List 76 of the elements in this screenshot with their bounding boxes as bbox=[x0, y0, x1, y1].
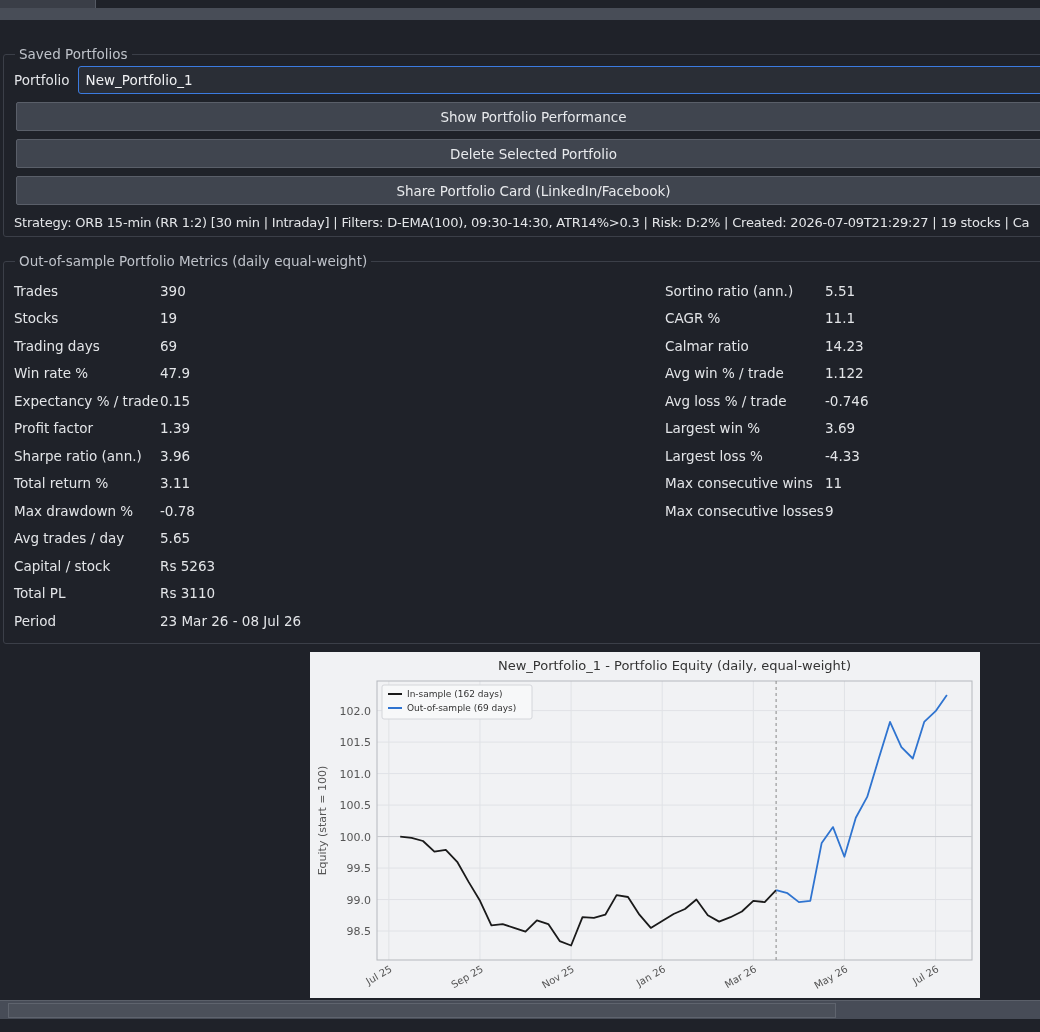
metric-label: Avg win % / trade bbox=[665, 365, 785, 382]
metric-value: 11 bbox=[825, 475, 843, 492]
axis-tick-label: 98.5 bbox=[346, 924, 371, 938]
metric-value: 0.15 bbox=[160, 392, 191, 409]
group-title: Saved Portfolios bbox=[18, 46, 129, 62]
metric-value: 1.122 bbox=[825, 365, 864, 382]
axis-tick-label: 102.0 bbox=[339, 704, 371, 718]
metric-value: -0.78 bbox=[160, 502, 195, 519]
metric-label: Trades bbox=[14, 282, 59, 299]
legend-swatch bbox=[387, 692, 403, 695]
metric-value: 9 bbox=[825, 502, 834, 519]
strategy-summary: Strategy: ORB 15-min (RR 1:2) [30 min | Intraday] | Filters: D-EMA(100), 09:30-14:30, ATR14%>0.3 | Risk: D:2% | Created: 2026-07-09T21:29:27 | 19 stocks | Ca bbox=[14, 214, 1031, 230]
action-button[interactable]: Show Portfolio Performance bbox=[16, 102, 1040, 131]
portfolio-field[interactable]: New_Portfolio_1 bbox=[77, 66, 1040, 94]
metric-label: Max consecutive losses bbox=[665, 502, 825, 519]
axis-label: Equity (start = 100) bbox=[316, 765, 329, 875]
metric-label: Largest loss % bbox=[665, 447, 764, 464]
metric-label: Expectancy % / trade bbox=[14, 392, 160, 409]
legend-label: In-sample (162 days) bbox=[407, 688, 503, 699]
axis-tick-label: 99.5 bbox=[346, 861, 371, 875]
metric-label: Largest win % bbox=[665, 420, 762, 437]
tab[interactable] bbox=[0, 0, 96, 8]
metric-value: -0.746 bbox=[825, 392, 869, 409]
metric-value: 390 bbox=[160, 282, 186, 299]
metric-value: 69 bbox=[160, 337, 178, 354]
metric-label: Avg loss % / trade bbox=[665, 392, 788, 409]
axis-tick-label: Jan 26 bbox=[634, 962, 668, 988]
scrollbar-handle[interactable] bbox=[8, 1002, 836, 1018]
metric-value: Rs 3110 bbox=[160, 585, 216, 602]
metric-label: Capital / stock bbox=[14, 557, 112, 574]
metric-label: Sharpe ratio (ann.) bbox=[14, 447, 143, 464]
action-button[interactable]: Share Portfolio Card (LinkedIn/Facebook) bbox=[16, 176, 1040, 205]
metric-value: 14.23 bbox=[825, 337, 864, 354]
metric-label: Total PL bbox=[14, 585, 67, 602]
metric-label: Profit factor bbox=[14, 420, 95, 437]
metric-label: Max drawdown % bbox=[14, 502, 135, 519]
legend-swatch bbox=[387, 706, 403, 709]
metric-value: 11.1 bbox=[825, 310, 856, 327]
metric-value: 3.11 bbox=[160, 475, 191, 492]
axis-tick-label: Jul 25 bbox=[364, 962, 394, 987]
horizontal-scrollbar[interactable] bbox=[0, 999, 1040, 1019]
action-button[interactable]: Delete Selected Portfolio bbox=[16, 139, 1040, 168]
metric-label: Sortino ratio (ann.) bbox=[665, 282, 795, 299]
metric-label: Trading days bbox=[14, 337, 101, 354]
group-title: Out-of-sample Portfolio Metrics (daily equal-weight) bbox=[18, 253, 369, 269]
metric-value: 19 bbox=[160, 310, 178, 327]
field-label: Portfolio bbox=[14, 72, 70, 88]
axis-tick-label: 101.5 bbox=[339, 735, 371, 749]
metric-label: Max consecutive wins bbox=[665, 475, 814, 492]
axis-tick-label: 99.0 bbox=[346, 893, 371, 907]
axis-tick-label: 100.5 bbox=[339, 798, 371, 812]
metric-value: 1.39 bbox=[160, 420, 191, 437]
metric-label: Win rate % bbox=[14, 365, 90, 382]
axis-tick-label: 100.0 bbox=[339, 830, 371, 844]
metric-value: -4.33 bbox=[825, 447, 860, 464]
axis-tick-label: 101.0 bbox=[339, 767, 371, 781]
metric-label: Stocks bbox=[14, 310, 60, 327]
metric-label: Calmar ratio bbox=[665, 337, 750, 354]
metric-value: 3.96 bbox=[160, 447, 191, 464]
metric-value: Rs 5263 bbox=[160, 557, 216, 574]
legend-label: Out-of-sample (69 days) bbox=[407, 702, 517, 713]
axis-tick-label: May 26 bbox=[812, 962, 850, 991]
chart-title: New_Portfolio_1 - Portfolio Equity (daily, equal-weight) bbox=[498, 657, 851, 673]
metric-value: 5.51 bbox=[825, 282, 856, 299]
axis-tick-label: Nov 25 bbox=[539, 962, 577, 990]
metric-value: 47.9 bbox=[160, 365, 191, 382]
metric-label: Total return % bbox=[14, 475, 110, 492]
metric-label: Period bbox=[14, 612, 58, 629]
axis-tick-label: Sep 25 bbox=[449, 962, 485, 990]
metric-value: 5.65 bbox=[160, 530, 191, 547]
metric-value: 3.69 bbox=[825, 420, 856, 437]
metric-label: Avg trades / day bbox=[14, 530, 126, 547]
metric-value: 23 Mar 26 - 08 Jul 26 bbox=[160, 612, 302, 629]
axis-tick-label: Jul 26 bbox=[910, 962, 941, 987]
metric-label: CAGR % bbox=[665, 310, 722, 327]
axis-tick-label: Mar 26 bbox=[722, 962, 759, 990]
